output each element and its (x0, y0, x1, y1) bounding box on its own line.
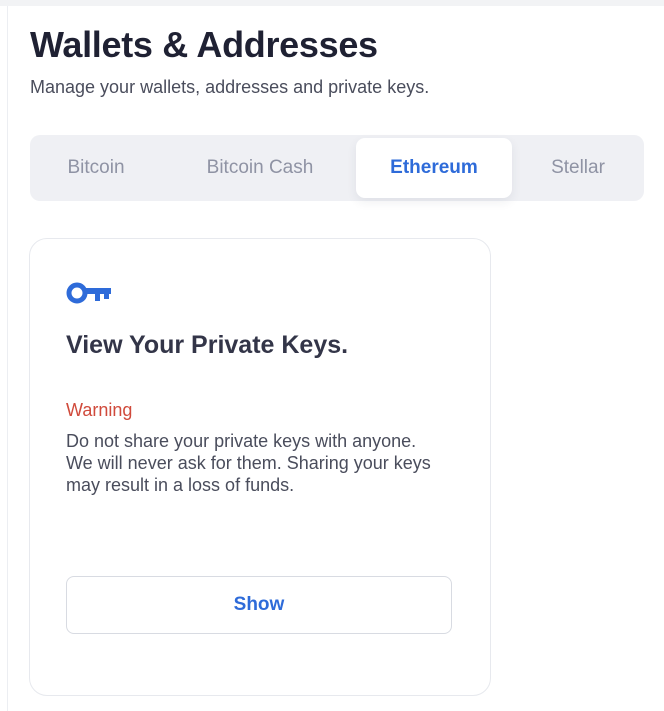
private-keys-card: View Your Private Keys. Warning Do not s… (29, 238, 491, 696)
warning-message: Do not share your private keys with anyo… (66, 431, 431, 495)
page-title: Wallets & Addresses (30, 24, 378, 65)
card-title: View Your Private Keys. (66, 331, 349, 359)
tab-stellar[interactable]: Stellar (528, 138, 628, 198)
key-icon (66, 282, 111, 304)
tab-bitcoin-cash[interactable]: Bitcoin Cash (180, 138, 340, 198)
left-divider (7, 6, 8, 711)
page-subtitle: Manage your wallets, addresses and priva… (30, 77, 430, 97)
tab-ethereum[interactable]: Ethereum (356, 138, 512, 198)
warning-label: Warning (66, 400, 133, 420)
wallets-page: Wallets & Addresses Manage your wallets,… (0, 0, 664, 711)
show-keys-button[interactable]: Show (66, 576, 452, 634)
currency-tabs: Bitcoin Bitcoin Cash Ethereum Stellar (30, 135, 644, 201)
top-divider (0, 0, 664, 6)
tab-bitcoin[interactable]: Bitcoin (42, 138, 150, 198)
